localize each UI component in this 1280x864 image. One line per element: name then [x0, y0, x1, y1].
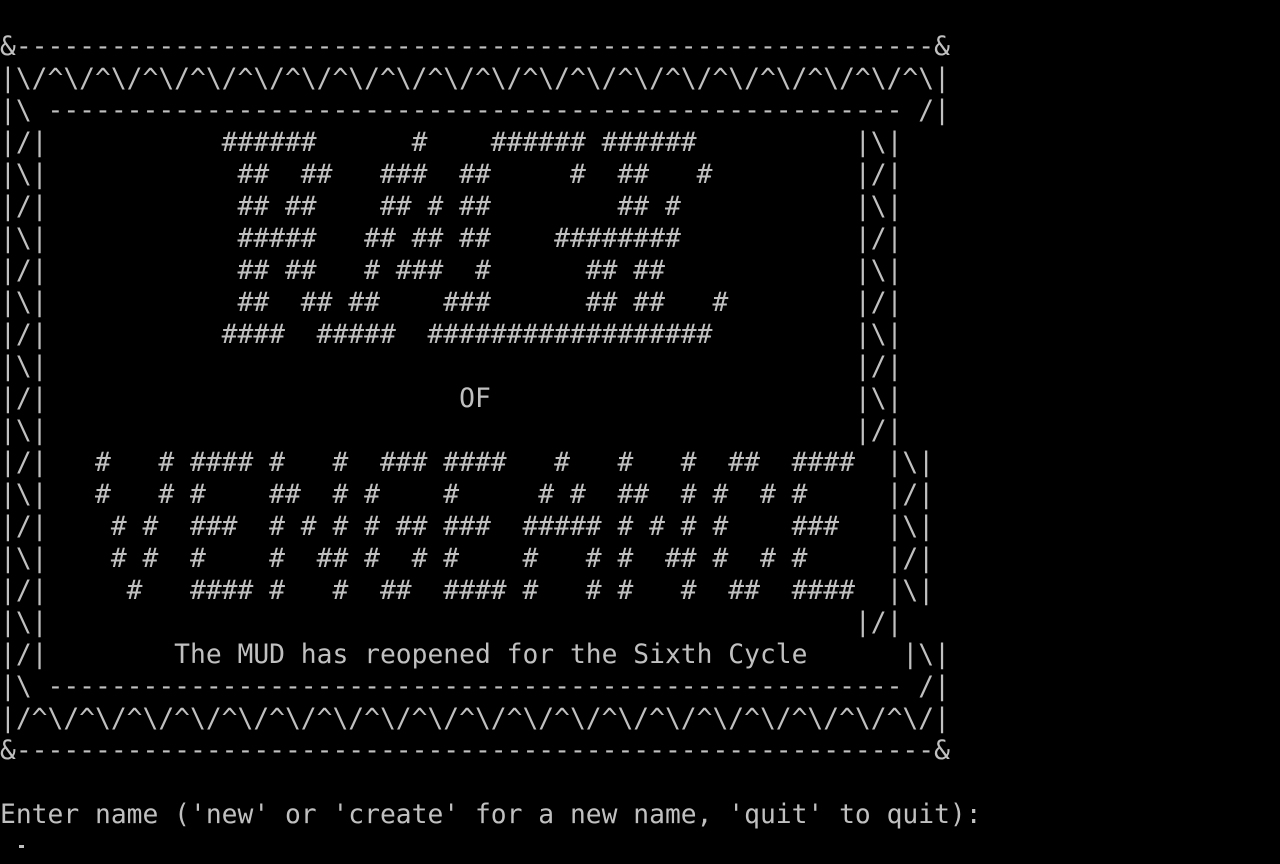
banner-line: |\| # # # # ## # # # # # # ## # # # |/| — [0, 544, 935, 574]
banner-line: |\ -------------------------------------… — [0, 96, 950, 126]
login-prompt: Enter name ('new' or 'create' for a new … — [0, 800, 982, 830]
banner-line: |\| ## ## ### ## # ## # |/| — [0, 160, 903, 190]
banner-line: |\ -------------------------------------… — [0, 672, 950, 702]
banner-line: |\| |/| — [0, 608, 903, 638]
banner-line: |/| # # ### # # # # ## ### ##### # # # #… — [0, 512, 935, 542]
banner-line: |/| ## ## ## # ## ## # |\| — [0, 192, 903, 222]
text-cursor — [19, 845, 24, 848]
banner-line: |/^\/^\/^\/^\/^\/^\/^\/^\/^\/^\/^\/^\/^\… — [0, 704, 950, 734]
banner-line: |/| ## ## # ### # ## ## |\| — [0, 256, 903, 286]
banner-line: |\| |/| — [0, 416, 903, 446]
banner-line: |/| # # #### # # ### #### # # # ## #### … — [0, 448, 935, 478]
banner-line: |\| ## ## ## ### ## ## # |/| — [0, 288, 903, 318]
banner-line: &---------------------------------------… — [0, 32, 950, 62]
banner-line: |/| The MUD has reopened for the Sixth C… — [0, 640, 950, 670]
banner-line: |\| |/| — [0, 352, 903, 382]
banner-line: |\/^\/^\/^\/^\/^\/^\/^\/^\/^\/^\/^\/^\/^… — [0, 64, 950, 94]
banner-line: |/| # #### # # ## #### # # # # ## #### |… — [0, 576, 935, 606]
banner-line: |/| ###### # ###### ###### |\| — [0, 128, 903, 158]
banner-line: |/| OF |\| — [0, 384, 903, 414]
banner-line: |\| # # # ## # # # # # ## # # # # |/| — [0, 480, 935, 510]
banner-line: |/| #### ##### ################## |\| — [0, 320, 903, 350]
terminal-screen[interactable]: &---------------------------------------… — [0, 0, 1280, 864]
banner-line: |\| ##### ## ## ## ######## |/| — [0, 224, 903, 254]
banner-line: &---------------------------------------… — [0, 736, 950, 766]
